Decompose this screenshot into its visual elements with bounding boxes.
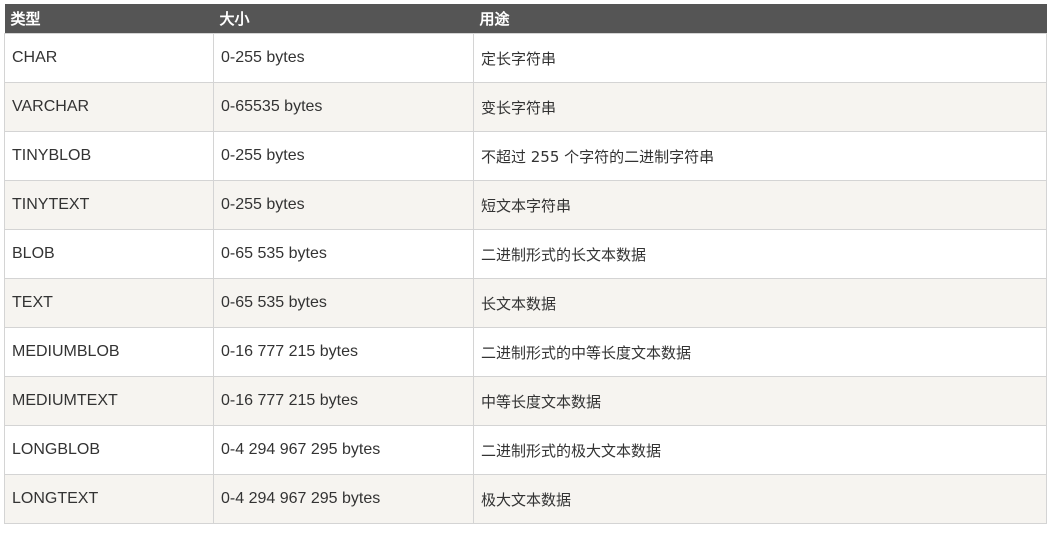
cell-use: 二进制形式的中等长度文本数据 xyxy=(473,327,1047,377)
cell-use: 定长字符串 xyxy=(473,33,1047,83)
cell-size: 0-65 535 bytes xyxy=(213,278,474,328)
table-row: LONGTEXT 0-4 294 967 295 bytes 极大文本数据 xyxy=(4,474,1047,524)
cell-use: 不超过 255 个字符的二进制字符串 xyxy=(473,131,1047,181)
cell-use: 长文本数据 xyxy=(473,278,1047,328)
cell-type: TEXT xyxy=(4,278,214,328)
table-body: CHAR 0-255 bytes 定长字符串 VARCHAR 0-65535 b… xyxy=(4,33,1047,524)
header-type: 类型 xyxy=(4,4,214,34)
cell-size: 0-255 bytes xyxy=(213,131,474,181)
header-size: 大小 xyxy=(213,4,474,34)
cell-use: 中等长度文本数据 xyxy=(473,376,1047,426)
cell-size: 0-4 294 967 295 bytes xyxy=(213,425,474,475)
table-row: TINYTEXT 0-255 bytes 短文本字符串 xyxy=(4,180,1047,230)
table-row: LONGBLOB 0-4 294 967 295 bytes 二进制形式的极大文… xyxy=(4,425,1047,475)
cell-use: 极大文本数据 xyxy=(473,474,1047,524)
string-types-table-container: 类型 大小 用途 CHAR 0-255 bytes 定长字符串 VARCHAR … xyxy=(4,4,1047,524)
cell-type: CHAR xyxy=(4,33,214,83)
cell-size: 0-255 bytes xyxy=(213,33,474,83)
cell-type: LONGTEXT xyxy=(4,474,214,524)
cell-size: 0-255 bytes xyxy=(213,180,474,230)
cell-type: MEDIUMTEXT xyxy=(4,376,214,426)
cell-use: 短文本字符串 xyxy=(473,180,1047,230)
cell-use: 变长字符串 xyxy=(473,82,1047,132)
cell-use: 二进制形式的极大文本数据 xyxy=(473,425,1047,475)
cell-type: BLOB xyxy=(4,229,214,279)
table-row: TEXT 0-65 535 bytes 长文本数据 xyxy=(4,278,1047,328)
table-row: CHAR 0-255 bytes 定长字符串 xyxy=(4,33,1047,83)
table-row: MEDIUMBLOB 0-16 777 215 bytes 二进制形式的中等长度… xyxy=(4,327,1047,377)
cell-type: LONGBLOB xyxy=(4,425,214,475)
cell-size: 0-16 777 215 bytes xyxy=(213,376,474,426)
cell-size: 0-65535 bytes xyxy=(213,82,474,132)
header-use: 用途 xyxy=(473,4,1047,34)
table-header: 类型 大小 用途 xyxy=(4,4,1047,34)
table-row: TINYBLOB 0-255 bytes 不超过 255 个字符的二进制字符串 xyxy=(4,131,1047,181)
cell-type: TINYTEXT xyxy=(4,180,214,230)
table-row: BLOB 0-65 535 bytes 二进制形式的长文本数据 xyxy=(4,229,1047,279)
string-types-table: 类型 大小 用途 CHAR 0-255 bytes 定长字符串 VARCHAR … xyxy=(4,4,1047,524)
cell-type: VARCHAR xyxy=(4,82,214,132)
cell-type: TINYBLOB xyxy=(4,131,214,181)
header-row: 类型 大小 用途 xyxy=(4,4,1047,34)
table-row: VARCHAR 0-65535 bytes 变长字符串 xyxy=(4,82,1047,132)
table-row: MEDIUMTEXT 0-16 777 215 bytes 中等长度文本数据 xyxy=(4,376,1047,426)
cell-use: 二进制形式的长文本数据 xyxy=(473,229,1047,279)
cell-size: 0-16 777 215 bytes xyxy=(213,327,474,377)
cell-size: 0-65 535 bytes xyxy=(213,229,474,279)
cell-type: MEDIUMBLOB xyxy=(4,327,214,377)
cell-size: 0-4 294 967 295 bytes xyxy=(213,474,474,524)
